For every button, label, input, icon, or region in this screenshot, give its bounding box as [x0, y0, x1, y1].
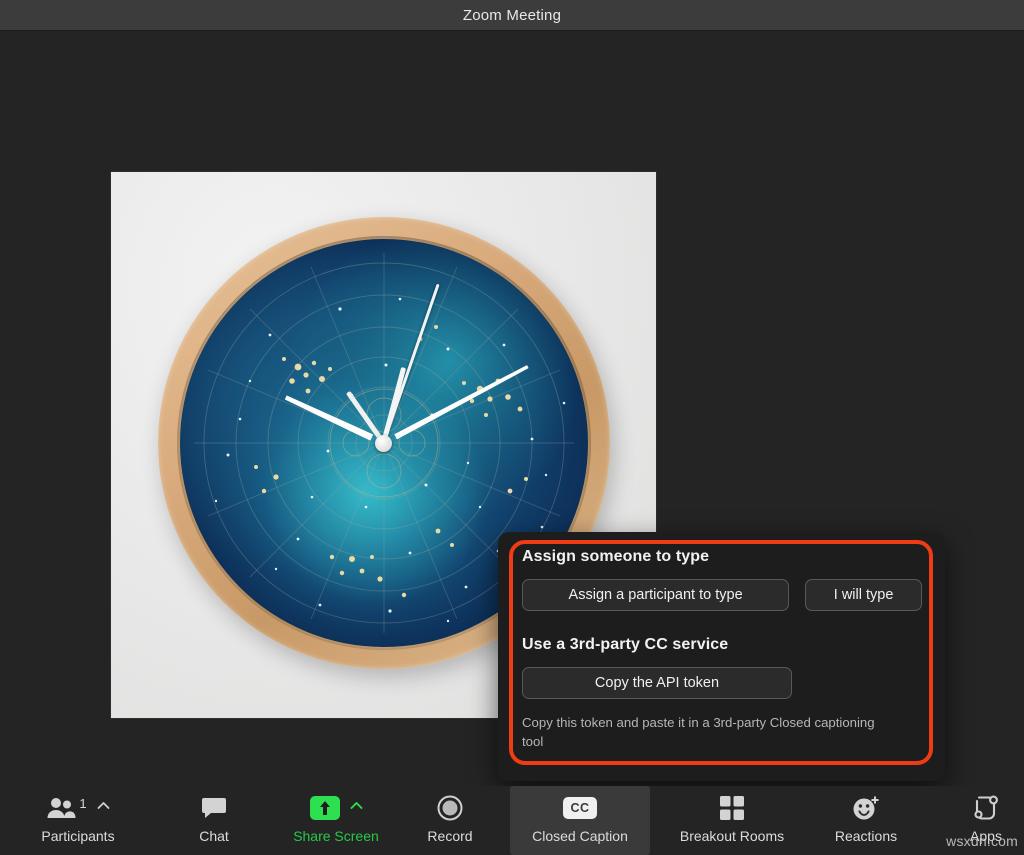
popup-content: Assign someone to type Assign a particip… [522, 548, 922, 751]
breakout-rooms-icon-wrap [719, 795, 745, 821]
assign-button-row: Assign a participant to type I will type [522, 579, 922, 611]
toolbar-item-record[interactable]: Record [414, 786, 486, 855]
third-party-cc-heading: Use a 3rd-party CC service [522, 636, 729, 653]
breakout-rooms-label: Breakout Rooms [679, 828, 785, 844]
participants-count: 1 [79, 795, 87, 811]
i-will-type-button[interactable]: I will type [805, 579, 922, 611]
record-label: Record [427, 828, 473, 844]
zoom-meeting-window: Zoom Meeting Assign someone to type Assi… [0, 0, 1024, 855]
meeting-stage: Assign someone to type Assign a particip… [0, 31, 1024, 786]
participants-icon-wrap: 1 [46, 795, 110, 821]
reactions-label: Reactions [834, 828, 898, 844]
participants-label: Participants [41, 828, 115, 844]
chat-icon-wrap [201, 795, 227, 821]
clock-center-cap [375, 434, 392, 452]
assign-someone-heading: Assign someone to type [522, 548, 710, 565]
closed-caption-icon: CC [563, 797, 597, 819]
share-screen-chevron-up-icon[interactable] [350, 797, 363, 815]
record-icon-wrap [437, 795, 463, 821]
share-screen-icon-wrap [309, 795, 363, 821]
participants-chevron-up-icon[interactable] [97, 797, 110, 815]
share-screen-icon [309, 796, 340, 820]
participants-icon [47, 798, 76, 818]
site-watermark: wsxdn.com [946, 833, 1018, 849]
toolbar-item-chat[interactable]: Chat [186, 786, 242, 855]
toolbar-item-reactions[interactable]: Reactions [816, 786, 916, 855]
copy-api-token-button[interactable]: Copy the API token [522, 667, 792, 699]
meeting-toolbar: 1 Participants Chat Share Screen Record … [0, 786, 1024, 855]
reactions-icon [853, 796, 879, 820]
apps-icon-wrap [973, 795, 999, 821]
toolbar-item-share-screen[interactable]: Share Screen [280, 786, 392, 855]
apps-icon [974, 795, 998, 820]
toolbar-item-participants[interactable]: 1 Participants [22, 786, 134, 855]
share-screen-label: Share Screen [293, 828, 379, 844]
chat-icon [202, 798, 226, 818]
chat-label: Chat [199, 828, 229, 844]
assign-participant-button[interactable]: Assign a participant to type [522, 579, 790, 611]
toolbar-item-breakout-rooms[interactable]: Breakout Rooms [662, 786, 802, 855]
api-token-note: Copy this token and paste it in a 3rd-pa… [522, 715, 875, 750]
closed-caption-label: Closed Caption [532, 828, 628, 844]
window-titlebar: Zoom Meeting [0, 0, 1024, 31]
window-title: Zoom Meeting [462, 6, 562, 24]
closed-caption-icon-wrap: CC [563, 795, 597, 821]
breakout-rooms-icon [720, 796, 744, 820]
record-icon [437, 795, 463, 821]
toolbar-item-closed-caption[interactable]: CC Closed Caption [510, 786, 650, 855]
reactions-icon-wrap [852, 795, 880, 821]
closed-caption-popup: Assign someone to type Assign a particip… [498, 532, 945, 781]
